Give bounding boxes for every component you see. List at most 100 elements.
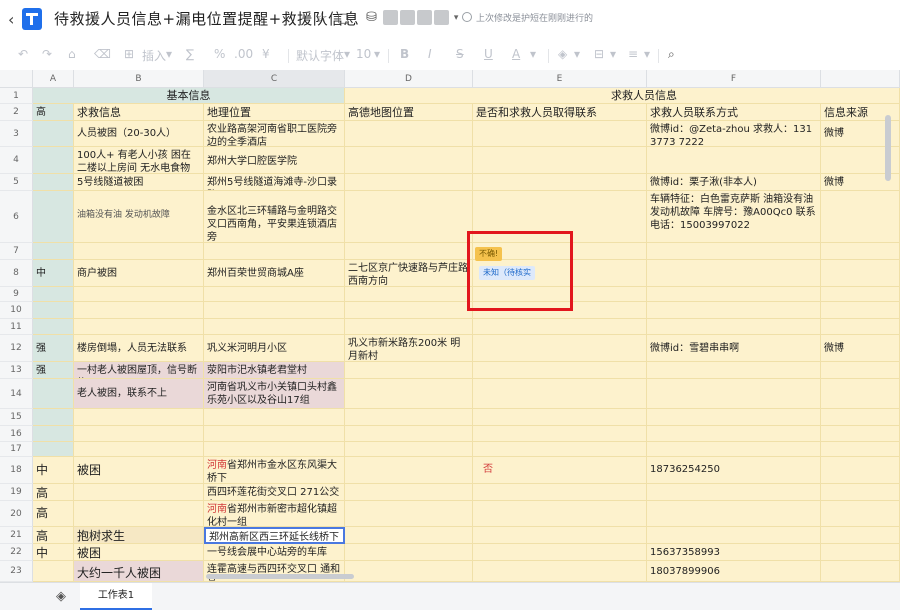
cell-b5[interactable]: 5号线隧道被困 [74,174,204,191]
cell-f5[interactable]: 微博id：栗子湫(非本人) [647,174,821,191]
cell-d6[interactable] [345,191,473,243]
cell-a10[interactable] [33,302,74,319]
cell-a9[interactable] [33,287,74,302]
font-size-select[interactable]: 10 [356,47,371,61]
cell-e13[interactable] [473,362,647,379]
chevron-down-icon[interactable]: ▾ [610,47,616,61]
table-icon[interactable]: ⊞ [124,47,134,61]
cell-e15[interactable] [473,409,647,426]
cell-c13[interactable]: 荥阳市汜水镇老君堂村 [204,362,345,379]
cell-b20[interactable] [74,501,204,527]
cell-a17[interactable] [33,442,74,457]
cell-a5[interactable] [33,174,74,191]
row-header[interactable]: 5 [0,174,33,191]
row-header[interactable]: 14 [0,379,33,409]
cell-f16[interactable] [647,426,821,442]
cell-f12[interactable]: 微博id：雪碧串串啊 [647,335,821,362]
column-header-e[interactable]: E [473,70,647,88]
cell-b9[interactable] [74,287,204,302]
format-painter-icon[interactable]: ⌂ [68,47,76,61]
row-header[interactable]: 3 [0,121,33,147]
chevron-down-icon[interactable]: ▾ [574,47,580,61]
cell-a15[interactable] [33,409,74,426]
cell-c16[interactable] [204,426,345,442]
cell-e18[interactable]: 否 [473,457,647,484]
cell-g17[interactable] [821,442,900,457]
cell-g15[interactable] [821,409,900,426]
cell-f9[interactable] [647,287,821,302]
select-all-corner[interactable] [0,70,33,88]
cell-f19[interactable] [647,484,821,501]
row-header[interactable]: 6 [0,191,33,243]
row-header[interactable]: 23 [0,561,33,582]
cell-c12[interactable]: 巩义米河明月小区 [204,335,345,362]
redo-icon[interactable]: ↷ [42,47,52,61]
cell-c8[interactable]: 郑州百荣世贸商城A座 [204,260,345,287]
cell-d21[interactable] [345,527,473,544]
cell-c10[interactable] [204,302,345,319]
row-header[interactable]: 22 [0,544,33,561]
cell-e12[interactable] [473,335,647,362]
header-rescue-people-info[interactable]: 求救人员信息 [345,88,900,104]
cell-d16[interactable] [345,426,473,442]
star-icon[interactable]: ☆ [316,11,328,26]
cell-a16[interactable] [33,426,74,442]
cell-d12[interactable]: 巩义市新米路东200米 明月新村 [345,335,473,362]
cell-a2[interactable]: 高 [33,104,74,121]
row-header[interactable]: 17 [0,442,33,457]
cell-f13[interactable] [647,362,821,379]
insert-button[interactable]: 插入 [142,47,166,64]
cell-f17[interactable] [647,442,821,457]
cell-d14[interactable] [345,379,473,409]
cell-g6[interactable] [821,191,900,243]
header-location[interactable]: 地理位置 [204,104,345,121]
row-header[interactable]: 18 [0,457,33,484]
clear-format-icon[interactable]: ⌫ [94,47,111,61]
text-color-icon[interactable]: A [512,47,520,61]
cell-c3[interactable]: 农业路高架河南省职工医院旁边的全季酒店 [204,121,345,147]
cell-g12[interactable]: 微博 [821,335,900,362]
cell-d15[interactable] [345,409,473,426]
italic-icon[interactable]: I [428,47,432,61]
header-contact[interactable]: 求救人员联系方式 [647,104,821,121]
cell-e23[interactable] [473,561,647,582]
horizontal-scrollbar[interactable] [206,574,354,579]
cell-a18[interactable]: 中 [33,457,74,484]
font-family-select[interactable]: 默认字体 [296,47,344,64]
cell-f23[interactable]: 18037899906 [647,561,821,582]
cell-g11[interactable] [821,319,900,335]
number-format-icon[interactable]: ¥ [262,47,270,61]
header-amap-location[interactable]: 高德地图位置 [345,104,473,121]
cell-f11[interactable] [647,319,821,335]
cell-b11[interactable] [74,319,204,335]
avatar[interactable] [416,10,432,25]
cell-e16[interactable] [473,426,647,442]
row-header[interactable]: 13 [0,362,33,379]
search-icon[interactable]: ⌕ [668,47,675,62]
percent-icon[interactable]: % [214,47,225,61]
cell-d7[interactable] [345,243,473,260]
cell-g19[interactable] [821,484,900,501]
document-title[interactable]: 待救援人员信息+漏电位置提醒+救援队信息 [54,8,359,29]
cell-a19[interactable]: 高 [33,484,74,501]
chevron-down-icon[interactable]: ▾ [530,47,536,61]
cell-d10[interactable] [345,302,473,319]
cell-c11[interactable] [204,319,345,335]
cell-b6[interactable]: 油箱没有油 发动机故障 [74,191,204,243]
bold-icon[interactable]: B [400,47,409,61]
cell-d13[interactable] [345,362,473,379]
cell-e20[interactable] [473,501,647,527]
underline-icon[interactable]: U [484,47,493,61]
cell-d22[interactable] [345,544,473,561]
cell-f14[interactable] [647,379,821,409]
cell-a12[interactable]: 强 [33,335,74,362]
cell-d8[interactable]: 二七区京广快速路与芦庄路西南方向 [345,260,473,287]
strikethrough-icon[interactable]: S [456,47,464,61]
insert-chevron-icon[interactable]: ▾ [166,47,172,61]
cell-e21[interactable] [473,527,647,544]
cell-g23[interactable] [821,561,900,582]
cell-b23[interactable]: 大约一千人被困 [74,561,204,582]
column-header-g[interactable] [821,70,900,88]
row-header[interactable]: 20 [0,501,33,527]
cell-g21[interactable] [821,527,900,544]
